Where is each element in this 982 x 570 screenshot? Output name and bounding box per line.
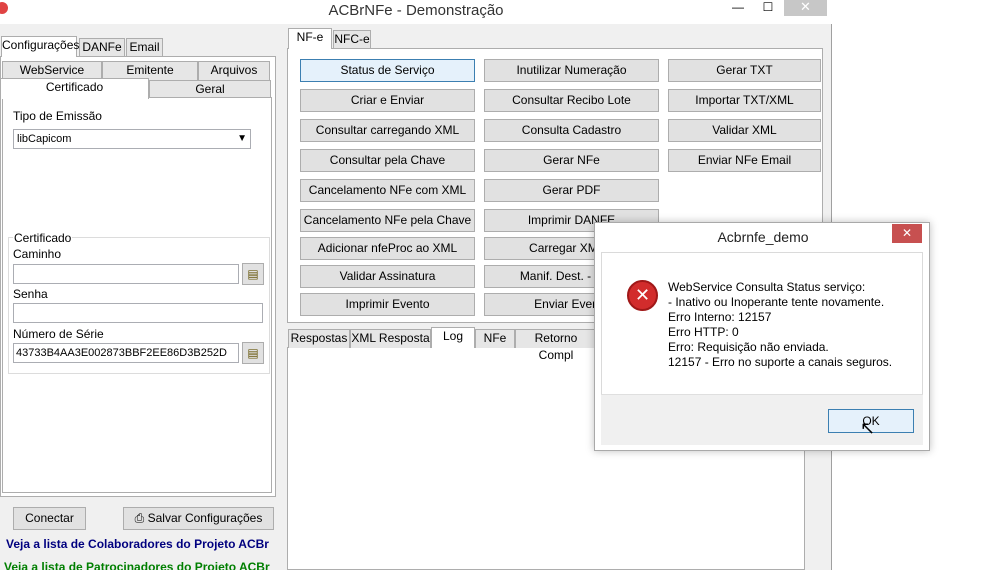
tab-nfe-result[interactable]: NFe — [475, 329, 515, 348]
action-button-imprimir-evento[interactable]: Imprimir Evento — [300, 293, 475, 316]
action-button-consultar-carregando-xml[interactable]: Consultar carregando XML — [300, 119, 475, 142]
window-title: ACBrNFe - Demonstração — [328, 2, 504, 19]
action-button-importar-txt-xml[interactable]: Importar TXT/XML — [668, 89, 821, 112]
action-button-status-de-servi-o[interactable]: Status de Serviço — [300, 59, 475, 82]
action-button-cancelamento-nfe-com-xml[interactable]: Cancelamento NFe com XML — [300, 179, 475, 202]
message-line: Erro Interno: 12157 — [668, 310, 772, 324]
tab-arquivos[interactable]: Arquivos — [198, 61, 270, 80]
senha-input[interactable] — [13, 303, 263, 323]
salvar-configuracoes-button[interactable]: ⎙ Salvar Configurações — [123, 507, 274, 530]
action-button-consultar-recibo-lote[interactable]: Consultar Recibo Lote — [484, 89, 659, 112]
message-line: - Inativo ou Inoperante tente novamente. — [668, 295, 885, 309]
senha-label: Senha — [13, 287, 48, 301]
tab-respostas[interactable]: Respostas — [288, 329, 350, 348]
tab-email[interactable]: Email — [126, 38, 163, 57]
close-button[interactable]: ✕ — [784, 0, 827, 16]
title-bar: ACBrNFe - Demonstração — ☐ ✕ — [0, 0, 832, 24]
action-button-consultar-pela-chave[interactable]: Consultar pela Chave — [300, 149, 475, 172]
link-colaboradores[interactable]: Veja a lista de Colaboradores do Projeto… — [6, 537, 269, 551]
link-patrocinadores[interactable]: Veja a lista de Patrocinadores do Projet… — [4, 560, 270, 570]
tab-danfe[interactable]: DANFe — [79, 38, 125, 57]
minimize-button[interactable]: — — [725, 0, 751, 16]
tab-configuracoes[interactable]: Configurações — [1, 36, 79, 57]
tab-retorno-compl[interactable]: Retorno Compl — [515, 329, 597, 362]
action-button-validar-assinatura[interactable]: Validar Assinatura — [300, 265, 475, 288]
mouse-cursor-icon: ↖ — [860, 418, 876, 438]
browse-file-icon[interactable]: ▤ — [242, 263, 264, 285]
action-button-enviar-nfe-email[interactable]: Enviar NFe Email — [668, 149, 821, 172]
caminho-input[interactable] — [13, 264, 239, 284]
tab-xml-resposta[interactable]: XML Resposta — [350, 329, 431, 348]
action-button-adicionar-nfeproc-ao-xml[interactable]: Adicionar nfeProc ao XML — [300, 237, 475, 260]
dialog-title: Acbrnfe_demo — [717, 229, 809, 245]
message-line: Erro HTTP: 0 — [668, 325, 739, 339]
action-button-gerar-txt[interactable]: Gerar TXT — [668, 59, 821, 82]
dialog-close-button[interactable]: ✕ — [892, 224, 922, 243]
action-button-inutilizar-numera-o[interactable]: Inutilizar Numeração — [484, 59, 659, 82]
serie-input[interactable]: 43733B4AA3E002873BBF2EE86D3B252D — [13, 343, 239, 363]
caminho-label: Caminho — [13, 247, 62, 261]
action-button-validar-xml[interactable]: Validar XML — [668, 119, 821, 142]
select-certificate-icon[interactable]: ▤ — [242, 342, 264, 364]
message-line: Erro: Requisição não enviada. — [668, 340, 829, 354]
serie-label: Número de Série — [13, 327, 104, 341]
tab-certificado[interactable]: Certificado — [0, 78, 149, 99]
tab-log[interactable]: Log — [431, 327, 475, 348]
action-button-gerar-pdf[interactable]: Gerar PDF — [484, 179, 659, 202]
tab-nfe[interactable]: NF-e — [288, 28, 332, 49]
message-line: WebService Consulta Status serviço: — [668, 280, 866, 294]
action-button-criar-e-enviar[interactable]: Criar e Enviar — [300, 89, 475, 112]
error-dialog: Acbrnfe_demo ✕ ✕ WebService Consulta Sta… — [594, 222, 930, 451]
salvar-label: Salvar Configurações — [147, 511, 263, 525]
action-button-cancelamento-nfe-pela-chave[interactable]: Cancelamento NFe pela Chave — [300, 209, 475, 232]
maximize-button[interactable]: ☐ — [755, 0, 781, 16]
save-config-icon: ⎙ — [134, 511, 148, 525]
action-button-consulta-cadastro[interactable]: Consulta Cadastro — [484, 119, 659, 142]
chevron-down-icon: ▼ — [237, 133, 247, 144]
conectar-button[interactable]: Conectar — [13, 507, 86, 530]
tipo-emissao-select[interactable]: libCapicom ▼ — [13, 129, 251, 149]
error-icon: ✕ — [627, 280, 658, 311]
action-button-gerar-nfe[interactable]: Gerar NFe — [484, 149, 659, 172]
tipo-emissao-value: libCapicom — [17, 133, 72, 145]
certificado-group-label: Certificado — [13, 231, 73, 245]
tab-nfce[interactable]: NFC-e — [333, 30, 371, 49]
message-line: 12157 - Erro no suporte a canais seguros… — [668, 355, 893, 369]
tipo-emissao-label: Tipo de Emissão — [13, 109, 102, 123]
